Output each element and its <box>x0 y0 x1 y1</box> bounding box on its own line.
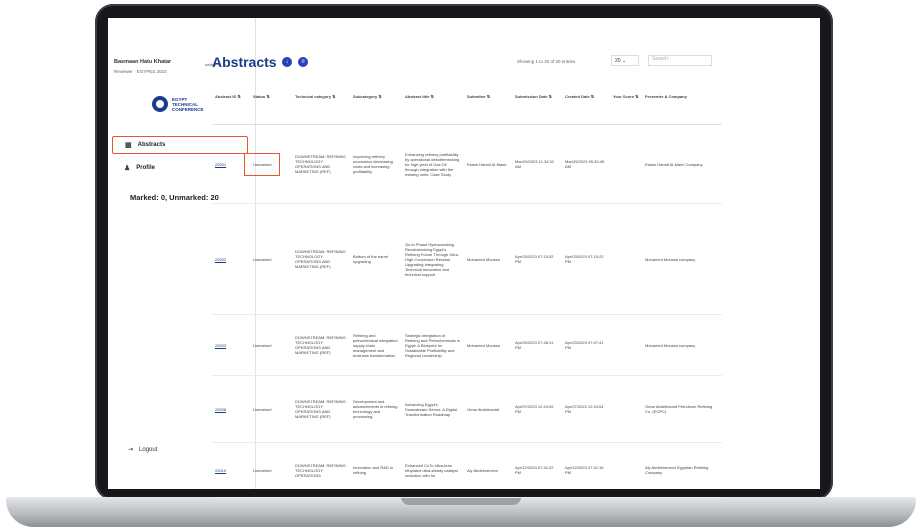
user-role: Reviewer · EGYPES 2023 <box>114 69 167 74</box>
column-header[interactable]: Created Date ⇅ <box>562 90 610 125</box>
created-date-cell: Apr/07/2023 12:24:04 PM <box>562 375 610 443</box>
status-badge: Unmarked <box>250 375 292 443</box>
abstract-id-link[interactable]: 22008 <box>215 407 226 412</box>
presenter-cell: Mohamed Moussa company <box>642 203 722 315</box>
status-badge: Unmarked <box>250 203 292 315</box>
submission-date-cell: Apr/07/2023 12:24:49 PM <box>512 375 562 443</box>
column-header[interactable]: Status ⇅ <box>250 90 292 125</box>
page-title: Abstracts <box>212 54 277 70</box>
column-header[interactable]: Abstract ID ⇅ <box>212 90 250 125</box>
created-date-cell: Apr/12/2023 07:41:16 PM <box>562 442 610 498</box>
submitter-cell: Mohamed Moussa <box>464 203 512 315</box>
search-input[interactable]: Search: <box>648 55 712 66</box>
table-row[interactable]: 22002 Unmarked DOWNSTREAM: REFINING TECH… <box>212 203 722 315</box>
score-cell <box>610 442 642 498</box>
subcategory-cell: Innovation and R&D in refining <box>350 442 402 498</box>
submission-date-cell: Apr/03/2023 07:15:32 PM <box>512 203 562 315</box>
per-page-select[interactable]: 20 ⌄ <box>611 55 639 66</box>
table-row[interactable]: 22008 Unmarked DOWNSTREAM: REFINING TECH… <box>212 375 722 443</box>
table-row[interactable]: 22003 Unmarked DOWNSTREAM: REFINING TECH… <box>212 314 722 376</box>
subcategory-cell: Development and advancements in refining… <box>350 375 402 443</box>
subcategory-cell: Refining and petrochemical integration s… <box>350 314 402 376</box>
abstract-id-link[interactable]: 22003 <box>215 343 226 348</box>
column-header[interactable]: Technical category ⇅ <box>292 90 350 125</box>
column-header[interactable]: Submission Date ⇅ <box>512 90 562 125</box>
category-cell: DOWNSTREAM: REFINING TECHNOLOGY OPERATIO… <box>292 442 350 498</box>
abstract-id-link[interactable]: 22002 <box>215 257 226 262</box>
column-header[interactable]: Subcategory ⇅ <box>350 90 402 125</box>
logout-label: Logout <box>139 446 158 453</box>
created-date-cell: Apr/03/2023 07:47:41 PM <box>562 314 610 376</box>
filter-icon[interactable]: ≡ <box>298 57 308 67</box>
status-badge: Unmarked <box>250 442 292 498</box>
column-header[interactable]: Submitter ⇅ <box>464 90 512 125</box>
presenter-cell: Mohamed Moussa company <box>642 314 722 376</box>
presenter-cell: Aly Abdelmeneim Egyptian Refining Compan… <box>642 442 722 498</box>
sidebar-item-label: Abstracts <box>137 142 166 148</box>
title-cell: Go-in Phase Hydrocracking: Revolutionizi… <box>402 203 464 315</box>
logo-mark-icon <box>152 96 168 112</box>
presenter-cell: Eslam Hamdi Al-Masri Company <box>642 124 722 204</box>
per-page-value[interactable]: 20 <box>615 58 621 64</box>
category-cell: DOWNSTREAM: REFINING TECHNOLOGY OPERATIO… <box>292 314 350 376</box>
column-header[interactable]: Abstract title ⇅ <box>402 90 464 125</box>
laptop-base <box>6 497 916 527</box>
user-name: Basmaan Hatu Khatar <box>114 59 172 65</box>
created-date-cell: Mar/29/2023 09:33:45 AM <box>562 124 610 204</box>
submitter-cell: Mohamed Moussa <box>464 314 512 376</box>
title-cell: Advancing Egypt's Downstream Sector: A D… <box>402 375 464 443</box>
created-date-cell: Apr/03/2023 07:15:22 PM <box>562 203 610 315</box>
sidebar-item-label: Profile <box>136 165 155 171</box>
status-badge: Unmarked <box>243 152 281 176</box>
status-badge: Unmarked <box>250 314 292 376</box>
submitter-cell: Omar Abdelhamid <box>464 375 512 443</box>
abstract-id-link[interactable]: 22010 <box>215 468 226 473</box>
abstract-id-link[interactable]: 22001 <box>215 162 226 167</box>
abstracts-table: Abstract ID ⇅ Status ⇅ Technical categor… <box>212 90 722 498</box>
column-header[interactable]: Your Score ⇅ <box>610 90 642 125</box>
table-row[interactable]: 22001 Unmarked DOWNSTREAM: REFINING TECH… <box>212 124 722 204</box>
title-cell: Strategic Integration of Refining and Pe… <box>402 314 464 376</box>
category-cell: DOWNSTREAM: REFINING TECHNOLOGY OPERATIO… <box>292 124 350 204</box>
logout-button[interactable]: ⇥ Logout <box>128 446 158 454</box>
submission-date-cell: Mar/29/2023 11:34:32 AM <box>512 124 562 204</box>
submission-date-cell: Apr/12/2023 07:41:22 PM <box>512 442 562 498</box>
download-icon[interactable]: ↓ <box>282 57 292 67</box>
title-cell: Enhancing refinery profitability by oper… <box>402 124 464 204</box>
table-row[interactable]: 22010 Unmarked DOWNSTREAM: REFINING TECH… <box>212 442 722 498</box>
chevron-down-icon[interactable]: ⌄ <box>622 58 626 64</box>
column-header[interactable]: Presenter & Company <box>642 90 722 125</box>
submission-date-cell: Apr/03/2023 07:48:11 PM <box>512 314 562 376</box>
subcategory-cell: Improving refinery economics decreasing … <box>350 124 402 204</box>
category-cell: DOWNSTREAM: REFINING TECHNOLOGY OPERATIO… <box>292 375 350 443</box>
conference-logo: EGYPT TECHNICAL CONFERENCE <box>152 96 206 112</box>
table-header-row: Abstract ID ⇅ Status ⇅ Technical categor… <box>212 90 722 125</box>
marked-summary: Marked: 0, Unmarked: 20 <box>130 193 219 202</box>
score-cell <box>610 124 642 204</box>
laptop-notch <box>401 497 521 505</box>
calendar-icon: ▦ <box>125 142 132 149</box>
score-cell <box>610 203 642 315</box>
logout-icon: ⇥ <box>128 447 134 453</box>
score-cell <box>610 314 642 376</box>
person-icon: ♟ <box>124 165 131 172</box>
score-cell <box>610 375 642 443</box>
logo-text: EGYPT TECHNICAL CONFERENCE <box>172 96 204 112</box>
presenter-cell: Omar Abdelhamid Petroleum Refining Co. (… <box>642 375 722 443</box>
title-cell: Enhanced CoTo Ultra-lean ethylated ultra… <box>402 442 464 498</box>
category-cell: DOWNSTREAM: REFINING TECHNOLOGY OPERATIO… <box>292 203 350 315</box>
entries-info: Showing 1 to 20 of 20 entries <box>517 59 576 64</box>
submitter-cell: Eslam Hamdi Al-Masri <box>464 124 512 204</box>
submitter-cell: Aly Abdelmeneim <box>464 442 512 498</box>
subcategory-cell: Bottom of the barrel upgrading <box>350 203 402 315</box>
